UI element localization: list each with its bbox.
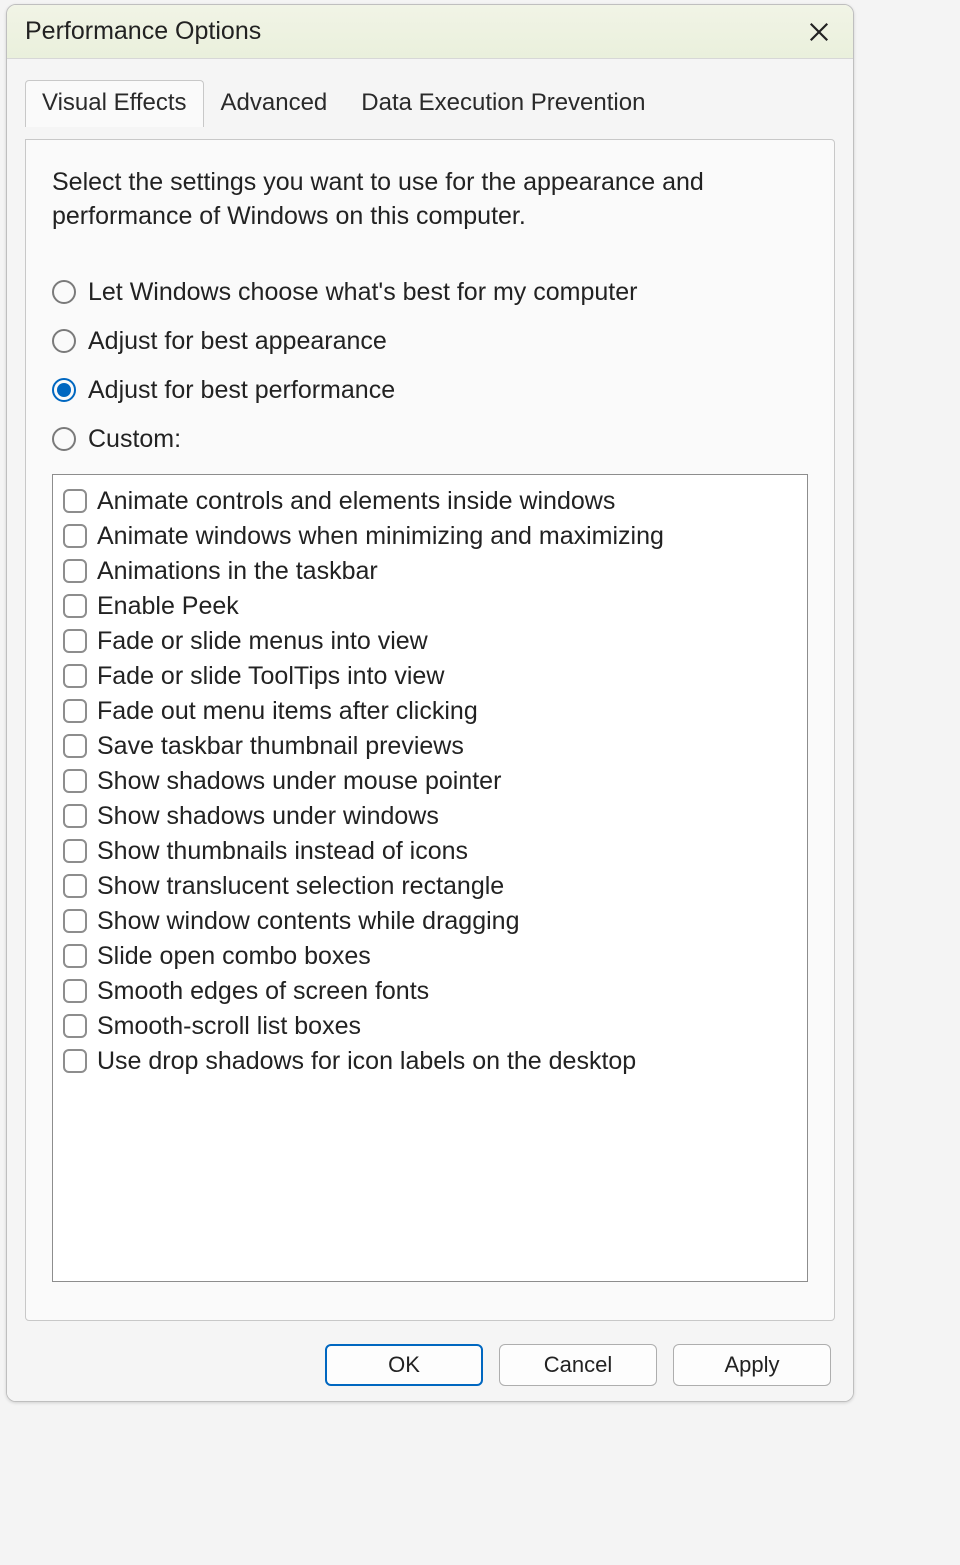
check-row[interactable]: Show thumbnails instead of icons	[63, 837, 797, 866]
window-title: Performance Options	[25, 17, 261, 46]
checkbox	[63, 769, 87, 793]
radio-indicator	[52, 427, 76, 451]
tab-visual-effects: Select the settings you want to use for …	[25, 139, 835, 1321]
check-label: Show translucent selection rectangle	[97, 872, 504, 901]
check-label: Smooth edges of screen fonts	[97, 977, 429, 1006]
checkbox	[63, 489, 87, 513]
client-area: Visual EffectsAdvancedData Execution Pre…	[7, 59, 853, 1401]
checkbox	[63, 734, 87, 758]
radio-best-performance[interactable]: Adjust for best performance	[52, 376, 808, 405]
checkbox	[63, 559, 87, 583]
checkbox	[63, 629, 87, 653]
check-label: Fade or slide menus into view	[97, 627, 428, 656]
tab-strip: Visual EffectsAdvancedData Execution Pre…	[7, 59, 853, 126]
cancel-button[interactable]: Cancel	[499, 1344, 657, 1386]
check-row[interactable]: Smooth-scroll list boxes	[63, 1012, 797, 1041]
tab-visual-effects[interactable]: Visual Effects	[25, 80, 204, 127]
check-row[interactable]: Animations in the taskbar	[63, 557, 797, 586]
checkbox	[63, 1014, 87, 1038]
check-row[interactable]: Fade or slide menus into view	[63, 627, 797, 656]
check-row[interactable]: Show shadows under windows	[63, 802, 797, 831]
checkbox	[63, 664, 87, 688]
check-label: Smooth-scroll list boxes	[97, 1012, 361, 1041]
check-label: Slide open combo boxes	[97, 942, 371, 971]
radio-group: Let Windows choose what's best for my co…	[52, 278, 808, 454]
check-row[interactable]: Animate controls and elements inside win…	[63, 487, 797, 516]
check-row[interactable]: Smooth edges of screen fonts	[63, 977, 797, 1006]
check-row[interactable]: Enable Peek	[63, 592, 797, 621]
performance-options-dialog: Performance Options Visual EffectsAdvanc…	[6, 4, 854, 1402]
tab-data-execution-prevention[interactable]: Data Execution Prevention	[344, 80, 662, 127]
check-row[interactable]: Use drop shadows for icon labels on the …	[63, 1047, 797, 1076]
checkbox	[63, 874, 87, 898]
check-label: Enable Peek	[97, 592, 239, 621]
close-button[interactable]	[799, 12, 839, 52]
check-row[interactable]: Save taskbar thumbnail previews	[63, 732, 797, 761]
checkbox	[63, 1049, 87, 1073]
check-row[interactable]: Animate windows when minimizing and maxi…	[63, 522, 797, 551]
checkbox	[63, 699, 87, 723]
radio-indicator	[52, 280, 76, 304]
tab-advanced[interactable]: Advanced	[204, 80, 345, 127]
checkbox	[63, 804, 87, 828]
checkbox	[63, 594, 87, 618]
radio-label: Custom:	[88, 425, 181, 454]
radio-indicator	[52, 329, 76, 353]
check-label: Fade or slide ToolTips into view	[97, 662, 444, 691]
apply-button[interactable]: Apply	[673, 1344, 831, 1386]
radio-let-windows-choose[interactable]: Let Windows choose what's best for my co…	[52, 278, 808, 307]
check-label: Animations in the taskbar	[97, 557, 378, 586]
check-row[interactable]: Fade or slide ToolTips into view	[63, 662, 797, 691]
check-label: Save taskbar thumbnail previews	[97, 732, 464, 761]
check-row[interactable]: Show translucent selection rectangle	[63, 872, 797, 901]
checkbox	[63, 944, 87, 968]
radio-indicator	[52, 378, 76, 402]
close-icon	[808, 21, 830, 43]
radio-label: Let Windows choose what's best for my co…	[88, 278, 637, 307]
checkbox	[63, 909, 87, 933]
check-row[interactable]: Fade out menu items after clicking	[63, 697, 797, 726]
check-label: Show thumbnails instead of icons	[97, 837, 468, 866]
button-row: OK Cancel Apply	[7, 1329, 853, 1401]
radio-custom[interactable]: Custom:	[52, 425, 808, 454]
check-label: Use drop shadows for icon labels on the …	[97, 1047, 636, 1076]
check-row[interactable]: Show shadows under mouse pointer	[63, 767, 797, 796]
titlebar: Performance Options	[7, 5, 853, 59]
checkbox	[63, 524, 87, 548]
radio-label: Adjust for best performance	[88, 376, 395, 405]
checkbox	[63, 979, 87, 1003]
check-label: Show window contents while dragging	[97, 907, 519, 936]
effects-checklist[interactable]: Animate controls and elements inside win…	[52, 474, 808, 1282]
radio-best-appearance[interactable]: Adjust for best appearance	[52, 327, 808, 356]
radio-label: Adjust for best appearance	[88, 327, 387, 356]
check-label: Fade out menu items after clicking	[97, 697, 478, 726]
ok-button[interactable]: OK	[325, 1344, 483, 1386]
check-label: Show shadows under mouse pointer	[97, 767, 501, 796]
checkbox	[63, 839, 87, 863]
check-label: Animate windows when minimizing and maxi…	[97, 522, 664, 551]
description-text: Select the settings you want to use for …	[52, 166, 752, 234]
check-label: Show shadows under windows	[97, 802, 439, 831]
check-label: Animate controls and elements inside win…	[97, 487, 615, 516]
check-row[interactable]: Show window contents while dragging	[63, 907, 797, 936]
check-row[interactable]: Slide open combo boxes	[63, 942, 797, 971]
